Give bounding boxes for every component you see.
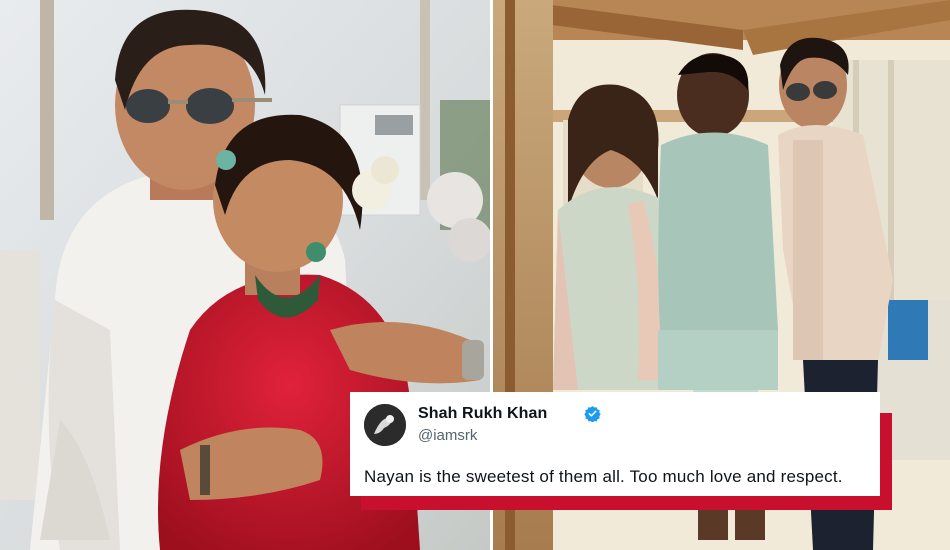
tweet-author-name[interactable]: Shah Rukh Khan	[418, 405, 547, 423]
tweet-text: Nayan is the sweetest of them all. Too m…	[364, 467, 843, 486]
tweet-author-handle[interactable]: @iamsrk	[418, 427, 477, 444]
tweet-card[interactable]: Shah Rukh Khan @iamsrk Nayan is the swee…	[350, 392, 880, 496]
verified-badge-icon	[584, 406, 601, 422]
profile-avatar[interactable]	[364, 404, 406, 446]
